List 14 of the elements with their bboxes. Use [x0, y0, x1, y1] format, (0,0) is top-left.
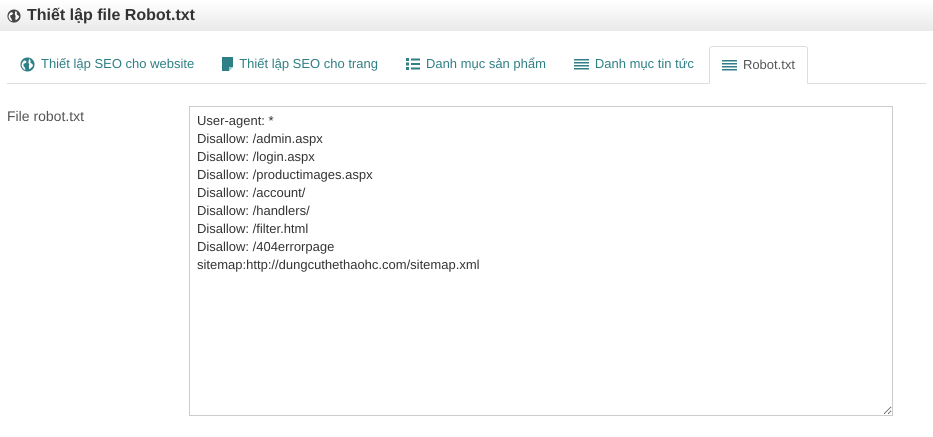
lines-icon	[722, 60, 737, 70]
tab[interactable]: Robot.txt	[708, 46, 808, 84]
lines-icon	[574, 58, 589, 70]
globe-icon	[20, 56, 35, 72]
robots-text-field[interactable]: User-agent: * Disallow: /admin.aspx Disallow: /login.aspx Disallow: /productimages.aspx Disallow: /account/ Disallow: /handlers/ Disallow: /filter.html Disallow: /404errorpage sitemap:http://dungcuthethaohc.com/sitemap.xml	[189, 106, 893, 416]
tab[interactable]: Danh mục tin tức	[560, 45, 707, 83]
tab[interactable]: Thiết lập SEO cho trang	[209, 45, 391, 83]
tab[interactable]: Thiết lập SEO cho website	[7, 45, 208, 83]
globe-icon	[7, 8, 21, 22]
field-label: File robot.txt	[6, 107, 86, 126]
page-title: Thiết lập file Robot.txt	[27, 6, 195, 26]
page-icon	[222, 57, 234, 71]
list-icon	[406, 58, 420, 70]
tab[interactable]: Danh mục sản phẩm	[392, 45, 559, 83]
